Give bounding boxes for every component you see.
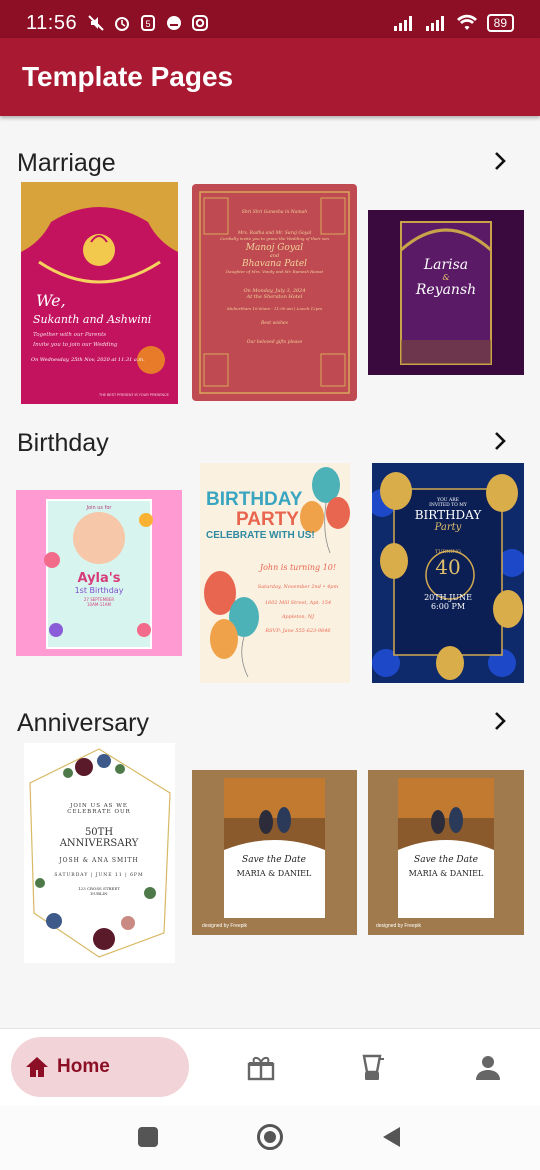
card-line: Cordially invite you to grace the Weddin…	[220, 236, 329, 241]
card-line: THE BEST PRESENT IS YOUR PRESENCE	[99, 393, 170, 397]
card-line: 10AM-11AM	[87, 602, 111, 607]
mute-icon	[88, 15, 104, 31]
card-line: Reyansh	[415, 282, 477, 298]
card-line: JOSH & ANA SMITH	[59, 857, 139, 864]
app-bar: Template Pages	[0, 38, 540, 116]
card-line: Join us for	[86, 505, 112, 511]
card-text-block: JOIN US AS WE CELEBRATE OUR 50TH ANNIVER…	[40, 803, 158, 896]
system-status-icons: 89	[391, 14, 514, 32]
instagram-icon	[192, 15, 209, 31]
signal-icon	[393, 16, 412, 31]
card-line: &	[442, 273, 450, 282]
card-line: MARIA & DANIEL	[236, 869, 312, 878]
gift-icon[interactable]	[246, 1053, 276, 1083]
card-image	[368, 770, 524, 935]
card-line: At the Sheraton Hotel	[246, 294, 303, 300]
card-line: Shri Shri Ganesha in Namah	[241, 210, 308, 215]
card-text-block: Larisa & Reyansh	[402, 257, 490, 298]
bottom-navigation: Home	[0, 1028, 540, 1106]
card-line: Manoj Goyal	[245, 243, 304, 253]
card-line: Save the Date	[242, 855, 306, 865]
alarm-icon	[115, 17, 130, 31]
card-line: SATURDAY | JUNE 11 | 6PM	[54, 873, 144, 878]
card-line: Daughter of Mrs. Vandy and Mr. Ramesh Ra…	[225, 269, 324, 274]
system-navigation-bar	[0, 1106, 540, 1170]
card-line: Our beloved gifts please	[246, 340, 303, 345]
card-line: On Wednesday, 25th Nov, 2020 at 11.31 a.…	[31, 357, 145, 363]
card-line: Together with our Parents	[33, 332, 107, 338]
card-text-block: BIRTHDAY PARTY CELEBRATE WITH US!	[206, 490, 316, 541]
nav-home-label: Home	[57, 1056, 110, 1077]
section-title-marriage: Marriage	[17, 149, 116, 177]
card-line: Best wishes	[261, 321, 288, 326]
card-line: MARIA & DANIEL	[408, 869, 484, 878]
card-line: We,	[36, 291, 66, 310]
card-text-block: Shri Shri Ganesha in Namah Mrs. Radha an…	[207, 210, 342, 345]
card-line: 50TH	[84, 827, 114, 838]
home-icon	[26, 1057, 48, 1077]
card-line: ANNIVERSARY	[59, 838, 139, 849]
card-line: Larisa	[423, 257, 469, 273]
card-line: PARTY	[236, 509, 299, 530]
section-title-anniversary: Anniversary	[17, 709, 149, 737]
card-line: Ayla's	[77, 571, 121, 586]
home-button-icon[interactable]	[256, 1123, 284, 1151]
card-text-block: John is turning 10! Saturday, November 2…	[250, 563, 346, 634]
notification-icons: 5	[87, 14, 209, 32]
card-line: 40	[435, 555, 461, 579]
chevron-right-icon[interactable]	[490, 711, 510, 731]
chat-icon	[167, 16, 182, 30]
page-title: Template Pages	[22, 61, 234, 92]
card-line: John is turning 10!	[259, 563, 337, 572]
template-card-anniversary-2[interactable]	[192, 770, 357, 935]
card-line: BIRTHDAY	[206, 489, 303, 510]
app-notification-icon: 5	[141, 15, 156, 31]
card-line: DUBLIN	[90, 891, 108, 896]
recents-button-icon[interactable]	[137, 1126, 159, 1148]
card-line: 1602 Mill Street, Apt. 154	[264, 600, 332, 606]
battery-indicator: 89	[486, 14, 514, 32]
card-text-block: Save the Date MARIA & DANIEL	[402, 855, 490, 878]
card-line: Save the Date	[414, 855, 478, 865]
blender-icon[interactable]	[358, 1053, 388, 1083]
card-line: CELEBRATE WITH US!	[206, 530, 315, 541]
card-line: CELEBRATE OUR	[67, 809, 131, 815]
nav-home[interactable]: Home	[11, 1037, 189, 1097]
status-time: 11:56	[26, 11, 78, 34]
card-image	[192, 770, 357, 935]
card-credit: designed by Freepik	[376, 923, 422, 929]
card-line: Saturday, November 2nd • 4pm	[257, 584, 339, 590]
wifi-icon	[456, 14, 477, 30]
card-line: Bhavana Patel	[241, 259, 308, 269]
chevron-right-icon[interactable]	[490, 151, 510, 171]
card-line: Sukanth and Ashwini	[33, 313, 152, 326]
signal-icon-2	[425, 16, 444, 31]
card-line: 6:00 PM	[430, 602, 466, 611]
card-line: 1st Birthday	[74, 586, 124, 595]
card-line: RSVP: Jane 555-623-9846	[265, 628, 331, 634]
card-line: Invite you to join our Wedding	[33, 342, 118, 348]
card-line: BIRTHDAY	[414, 508, 482, 522]
template-card-anniversary-3[interactable]	[368, 770, 524, 935]
card-text-block: YOU ARE INVITED TO MY BIRTHDAY Party TUR…	[394, 498, 502, 611]
back-button-icon[interactable]	[380, 1125, 404, 1149]
person-icon[interactable]	[473, 1053, 503, 1083]
card-line: Party	[434, 522, 462, 533]
section-title-birthday: Birthday	[17, 429, 109, 457]
card-text-block: Join us for Ayla's 1st Birthday 27 SEPTE…	[47, 505, 151, 607]
card-line: Appleton, NJ	[281, 614, 315, 620]
card-credit: designed by Freepik	[202, 923, 248, 929]
card-line: Muhurtham 10:00am - 11:00 am | Lunch 12p…	[226, 306, 323, 311]
card-text-block: Save the Date MARIA & DANIEL	[228, 855, 320, 878]
card-line: 20TH JUNE	[424, 593, 472, 602]
svg-text:5: 5	[146, 19, 151, 29]
chevron-right-icon[interactable]	[490, 431, 510, 451]
